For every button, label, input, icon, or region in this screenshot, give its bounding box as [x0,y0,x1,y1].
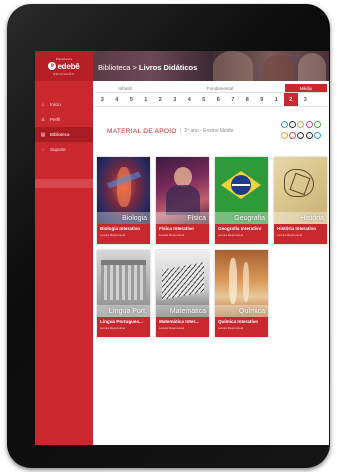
breadcrumb-current: Livros Didáticos [138,63,198,72]
resource-circle-icon[interactable] [281,131,288,139]
sidebar-item-label: Perfil [50,117,61,122]
sidebar-extra-item[interactable] [35,179,93,188]
book-subject: Língua Port. [97,305,150,317]
resource-circle-icon[interactable] [313,121,321,128]
book-subtitle: Leitura Reprovável [100,233,126,237]
book-subject: Geografia [215,212,268,224]
grade-number[interactable]: 5 [197,93,212,106]
resource-circle-icon[interactable] [289,121,297,128]
book-subtitle: Leitura Reprovável [159,233,185,237]
sidebar-item-suporte[interactable]: ◌ Suporte [35,142,93,157]
grade-number[interactable]: 2 [283,93,298,106]
sidebar-item-biblioteca[interactable]: ▤ Biblioteca [35,127,93,142]
user-icon: ♙ [40,116,46,123]
grade-number[interactable]: 2 [153,93,168,106]
breadcrumb: Biblioteca > Livros Didáticos [98,63,197,72]
book-subtitle: Leitura Reprovável [218,233,244,237]
book-title: Física Interativo [159,226,194,231]
book-cover: Matemática [156,250,209,317]
book-card-fisica[interactable]: Física Física Interativo Leitura Reprová… [156,157,209,244]
grade-number[interactable]: 4 [182,93,197,106]
sidebar-item-perfil[interactable]: ♙ Perfil [35,112,93,127]
sidebar-item-label: Biblioteca [50,132,70,137]
book-card-geografia[interactable]: Geografia Geografia Interativo Leitura R… [215,157,268,244]
grade-number[interactable]: 1 [139,93,154,106]
book-subtitle: Leitura Reprovável [100,326,126,330]
grade-number[interactable]: 5 [124,93,139,106]
book-card-biologia[interactable]: Biologia Biologia Interativo Leitura Rep… [97,157,150,244]
sidebar-item-inicio[interactable]: ⌂ Início [35,97,93,112]
book-title: Biologia Interativo [100,226,141,231]
grade-number[interactable]: 3 [168,93,183,106]
sidebar-nav: ⌂ Início ♙ Perfil ▤ Biblioteca ◌ Suporte [35,97,93,188]
grade-number[interactable]: 8 [240,93,255,106]
book-subtitle: Leitura Reprovável [159,326,185,330]
grade-number[interactable]: 6 [211,93,226,106]
book-title: Geografia Interativo [218,226,262,231]
grade-number[interactable]: 9 [255,93,270,106]
book-card-matematica[interactable]: Matemática Matemática Inter... Leitura R… [156,250,209,337]
resource-circle-icon[interactable] [297,131,305,139]
sidebar-item-label: Início [50,102,61,107]
book-cover: Biologia [97,157,150,224]
support-icon: ◌ [41,146,45,153]
resource-icons [281,121,323,141]
book-subtitle: Leitura Reprovável [277,233,303,237]
book-subject: Biologia [97,212,150,224]
grade-group-fundamental: Fundamental [206,85,234,91]
support-separator: | [179,128,182,134]
book-card-historia[interactable]: História História Interativo Leitura Rep… [274,157,327,244]
grade-number[interactable]: 7 [226,93,241,106]
library-icon: ▤ [40,131,46,138]
grade-number[interactable]: 3 [95,93,110,106]
resource-circle-icon[interactable] [281,121,288,128]
screen: Plataforma e edebê EDUCAÇÃO ⌂ Início ♙ P… [35,51,329,445]
book-cover: Química [215,250,268,317]
grade-selector: Infantil Fundamental Médio 3451234567891… [95,84,327,108]
support-banner: MATERIAL DE APOIO | 2º ano - Ensino Médi… [95,118,327,144]
brand-sub: EDUCAÇÃO [53,71,75,76]
book-subject: História [274,212,327,224]
grade-number[interactable]: 3 [298,93,313,106]
tablet-frame: Plataforma e edebê EDUCAÇÃO ⌂ Início ♙ P… [7,4,330,468]
brand-top: Plataforma [55,56,73,61]
book-cover: Geografia [215,157,268,224]
book-subject: Física [156,212,209,224]
grade-number[interactable]: 1 [269,93,284,106]
resource-circle-icon[interactable] [305,131,313,139]
support-subtitle: 2º ano - Ensino Médio [184,128,234,134]
brand-mark-icon: e [48,62,57,70]
grade-numbers: 345123456789123 [95,93,327,107]
grade-number[interactable]: 4 [110,93,125,106]
support-title[interactable]: MATERIAL DE APOIO [95,128,177,135]
book-card-quimica[interactable]: Química Química Interativo Leitura Repro… [215,250,268,337]
book-cover: Física [156,157,209,224]
book-card-lingua-portuguesa[interactable]: Língua Port. Língua Portugues... Leitura… [97,250,150,337]
book-subject: Química [215,305,268,317]
book-title: Língua Portugues... [100,319,143,324]
book-title: História Interativo [277,226,317,231]
book-cover: História [274,157,327,224]
resource-circle-icon[interactable] [305,121,313,128]
brand-logo[interactable]: Plataforma e edebê EDUCAÇÃO [35,51,93,81]
resource-circle-icon[interactable] [297,121,305,128]
book-subtitle: Leitura Reprovável [218,326,244,330]
sidebar-item-label: Suporte [50,147,66,152]
home-icon: ⌂ [41,101,45,108]
page-header: Biblioteca > Livros Didáticos [93,51,329,81]
book-cover: Língua Port. [97,250,150,317]
grade-group-medio: Médio [285,84,327,92]
breadcrumb-root[interactable]: Biblioteca [98,63,131,72]
grade-group-infantil: Infantil [118,85,132,91]
book-title: Química Interativo [218,319,259,324]
book-subject: Matemática [156,305,209,317]
brand-name: edebê [57,61,80,71]
resource-circle-icon[interactable] [313,131,321,139]
breadcrumb-separator: > [132,63,137,72]
book-title: Matemática Inter... [159,319,199,324]
resource-circle-icon[interactable] [289,131,297,139]
sidebar: Plataforma e edebê EDUCAÇÃO ⌂ Início ♙ P… [35,51,93,445]
